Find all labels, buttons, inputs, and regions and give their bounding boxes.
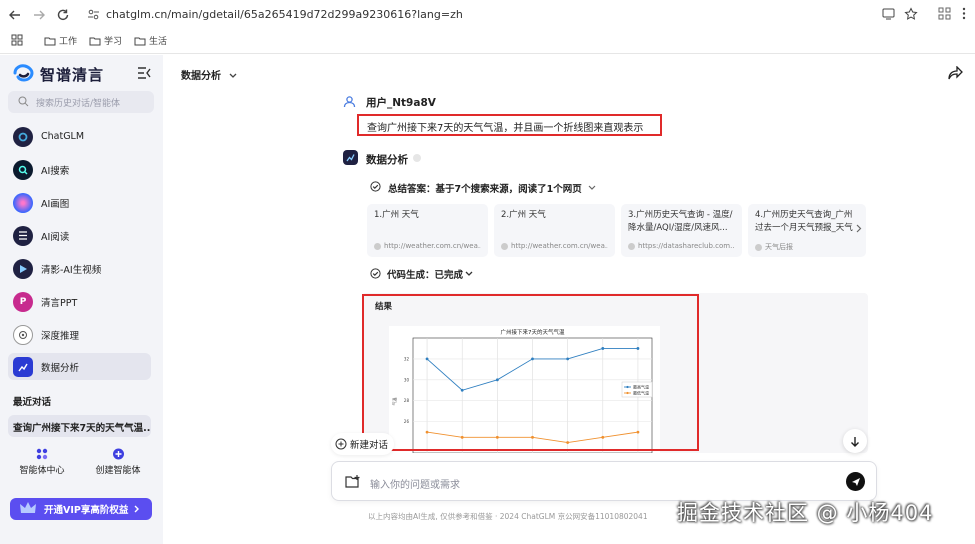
back-icon[interactable] [6, 6, 24, 24]
chevron-down-icon [465, 271, 473, 277]
code-gen-check-icon [370, 268, 381, 279]
send-icon [851, 477, 860, 486]
chevron-down-icon [229, 73, 237, 79]
ai-search-icon [13, 159, 33, 180]
main-content: 数据分析 用户_Nt9a8V 查询广州接下来7天的天气气温，并且画一个折线图来直… [163, 55, 975, 544]
chevron-right-icon [134, 505, 140, 513]
chevron-down-icon [588, 185, 596, 191]
agent-center-icon [36, 448, 48, 460]
source-favicon-icon [755, 243, 762, 251]
sidebar-item-ai-read[interactable]: AI阅读 [8, 222, 151, 249]
brand-name: 智谱清言 [40, 66, 105, 84]
bookmark-study[interactable]: 学习 [89, 34, 122, 47]
share-icon[interactable] [948, 66, 963, 80]
folder-icon [89, 37, 101, 45]
apps-grid-icon[interactable] [11, 34, 23, 46]
agent-title-dropdown[interactable]: 数据分析 [181, 67, 237, 82]
chevron-right-icon[interactable] [856, 224, 862, 233]
recent-chat-item[interactable]: 查询广州接下来7天的天气气温... [8, 415, 151, 437]
new-chat-button[interactable]: 新建对话 [331, 433, 395, 455]
ppt-icon: P [13, 291, 33, 312]
reload-icon[interactable] [54, 6, 72, 24]
sidebar-item-ppt[interactable]: P 清言PPT [8, 288, 151, 315]
chat-input-placeholder: 输入你的问题或需求 [370, 480, 460, 491]
bookmark-life[interactable]: 生活 [134, 34, 167, 47]
chat-input[interactable]: 输入你的问题或需求 [331, 461, 877, 501]
check-circle-icon [370, 181, 381, 192]
scroll-down-button[interactable] [843, 429, 867, 453]
sidebar-item-chatglm[interactable]: ChatGLM [8, 123, 151, 150]
sidebar-item-data-analysis[interactable]: 数据分析 [8, 353, 151, 380]
highlight-box-query [357, 114, 662, 136]
status-dot-icon [413, 154, 421, 162]
send-button[interactable] [846, 472, 865, 491]
user-avatar-icon [343, 95, 356, 108]
sidebar-item-ai-search[interactable]: AI搜索 [8, 156, 151, 183]
reasoning-icon [13, 324, 33, 345]
sidebar-item-video[interactable]: 清影-AI生视频 [8, 255, 151, 282]
folder-icon [44, 37, 56, 45]
brand-logo-icon [12, 62, 36, 84]
reference-card[interactable]: 1.广州 天气 http://weather.com.cn/wea... [367, 204, 488, 257]
bookmark-work[interactable]: 工作 [44, 34, 77, 47]
reference-card[interactable]: 2.广州 天气 http://weather.com.cn/wea... [494, 204, 615, 257]
search-icon [18, 96, 29, 107]
arrow-down-icon [851, 436, 859, 447]
reference-card[interactable]: 4.广州历史天气查询_广州过去一个月天气预报_天气后报 天气后报 [748, 204, 866, 257]
create-agent-button[interactable]: 创建智能体 [88, 448, 148, 476]
source-favicon-icon [501, 242, 508, 250]
ai-draw-icon [13, 192, 33, 213]
site-info-icon[interactable] [87, 8, 100, 21]
user-name: 用户_Nt9a8V [366, 97, 436, 109]
cast-icon[interactable] [882, 8, 895, 20]
address-bar[interactable]: chatglm.cn/main/gdetail/65a265419d72d299… [82, 4, 932, 26]
bookmark-star-icon[interactable] [904, 7, 918, 21]
source-favicon-icon [374, 242, 381, 250]
agent-center-button[interactable]: 智能体中心 [12, 448, 72, 476]
watermark: 掘金技术社区 @ 小杨404 [677, 501, 934, 525]
vip-upgrade-button[interactable]: 开通VIP享高阶权益 [10, 498, 152, 520]
sidebar-item-reasoning[interactable]: 深度推理 [8, 321, 151, 348]
collapse-sidebar-icon[interactable] [137, 67, 151, 79]
data-analysis-icon [13, 356, 33, 377]
url-text: chatglm.cn/main/gdetail/65a265419d72d299… [106, 8, 463, 21]
chatglm-icon [13, 126, 33, 147]
forward-icon[interactable] [30, 6, 48, 24]
browser-chrome: chatglm.cn/main/gdetail/65a265419d72d299… [0, 0, 975, 54]
highlight-box-result [362, 294, 699, 451]
ai-read-icon [13, 225, 33, 246]
code-gen-toggle[interactable]: 代码生成：已完成 [387, 267, 473, 281]
assistant-avatar-icon [343, 150, 358, 165]
extensions-icon[interactable] [938, 7, 951, 20]
video-icon [13, 258, 33, 279]
plus-circle-icon [335, 438, 347, 450]
footer-disclaimer: 以上内容均由AI生成, 仅供参考和借鉴 · 2024 ChatGLM 京公网安备… [368, 512, 648, 521]
folder-icon [134, 37, 146, 45]
assistant-name: 数据分析 [366, 154, 408, 166]
attach-file-icon[interactable] [345, 474, 361, 489]
recent-chats-title: 最近对话 [13, 397, 52, 408]
history-search-input[interactable]: 搜索历史对话/智能体 [8, 91, 154, 113]
vip-crown-icon [19, 501, 37, 517]
sidebar: 智谱清言 搜索历史对话/智能体 ChatGLM AI搜索 AI画图 AI阅读 清… [0, 55, 163, 544]
menu-icon[interactable] [962, 7, 966, 20]
source-favicon-icon [628, 242, 635, 250]
sidebar-item-ai-draw[interactable]: AI画图 [8, 189, 151, 216]
summary-toggle[interactable]: 总结答案：基于7个搜索来源，阅读了1个网页 [388, 181, 596, 195]
create-agent-icon [112, 448, 124, 460]
reference-card[interactable]: 3.广州历史天气查询 - 温度/降水量/AQI/湿度/风速风... https:… [621, 204, 742, 257]
